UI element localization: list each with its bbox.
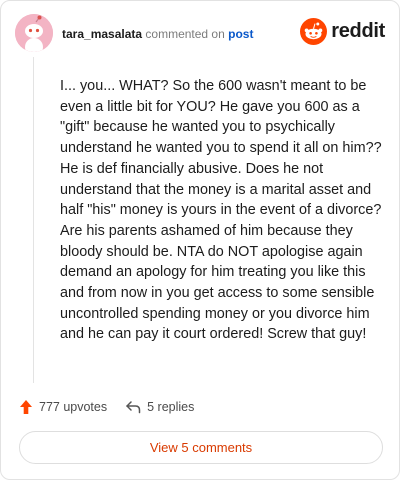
reddit-brand[interactable]: reddit — [300, 18, 385, 45]
embedded-comment-card: tara_masalata commented on post reddit I… — [0, 0, 400, 480]
thread-line — [33, 57, 34, 383]
comment-body: I... you... WHAT? So the 600 wasn't mean… — [60, 78, 382, 343]
reddit-wordmark: reddit — [331, 20, 385, 42]
upvote-button[interactable]: 777 upvotes — [19, 399, 107, 415]
avatar[interactable] — [15, 14, 53, 52]
upvotes-count: 777 upvotes — [39, 400, 108, 414]
avatar-snoo-icon — [15, 14, 53, 52]
commented-on-text: commented on — [145, 27, 225, 41]
replies-count: 5 replies — [147, 400, 195, 414]
username-link[interactable]: tara_masalata — [62, 27, 142, 41]
replies-button[interactable]: 5 replies — [125, 400, 194, 414]
upvote-arrow-icon — [20, 400, 32, 414]
post-link[interactable]: post — [228, 27, 253, 41]
comment-actions: 777 upvotes 5 replies — [19, 399, 194, 415]
reddit-snoo-icon — [300, 18, 328, 45]
reply-arrow-icon — [126, 401, 141, 414]
comment-header: tara_masalata commented on post — [62, 27, 253, 41]
view-comments-button[interactable]: View 5 comments — [19, 431, 383, 464]
